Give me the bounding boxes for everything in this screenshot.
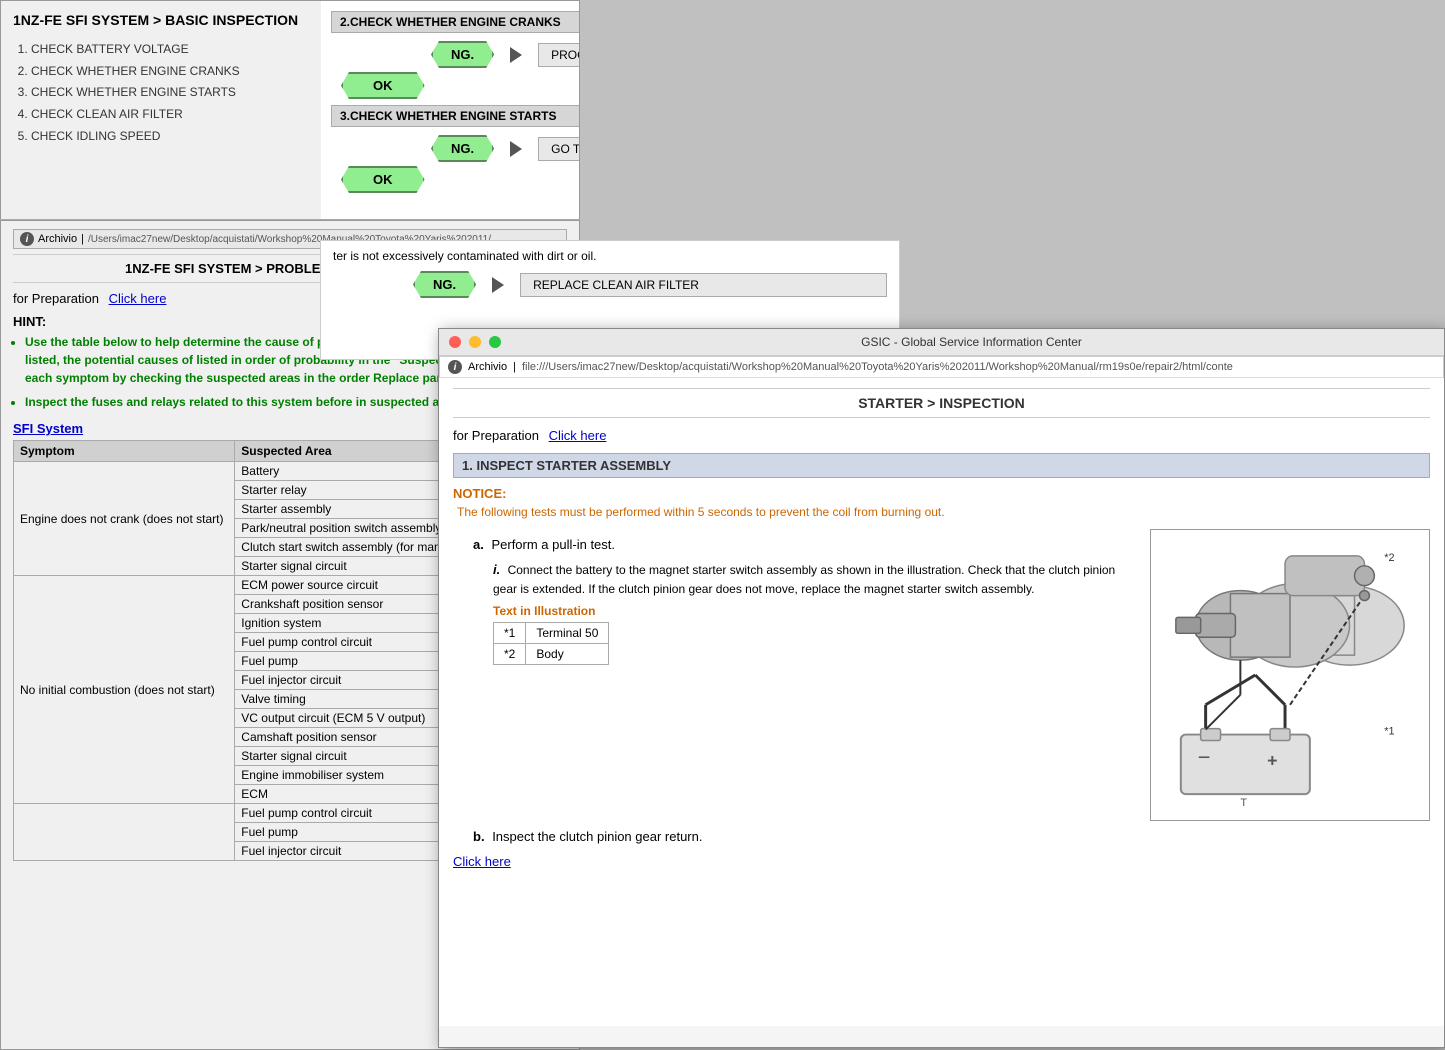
svg-text:*2: *2: [1384, 552, 1394, 564]
svg-text:*1: *1: [1384, 726, 1394, 738]
text-in-illus-label: Text in Illustration: [493, 604, 1140, 618]
sidebar-title: 1NZ-FE SFI SYSTEM > BASIC INSPECTION: [13, 11, 309, 29]
step3-header: 3.CHECK WHETHER ENGINE STARTS: [331, 105, 580, 127]
illus-star-2: *2: [494, 643, 526, 664]
step3-ng-result: GO TO STEP 6: [538, 137, 580, 161]
starter-diagram-svg: *2 − + T: [1156, 535, 1424, 815]
step3-ng-btn: NG.: [431, 135, 494, 162]
bg1-content: 2.CHECK WHETHER ENGINE CRANKS NG. PROCEE…: [321, 1, 580, 220]
notice-text: The following tests must be performed wi…: [457, 505, 1430, 519]
symptom-3: [14, 804, 235, 861]
bg2-breadcrumb: Archivio: [38, 233, 77, 245]
main-info-icon: i: [448, 360, 462, 374]
tl-red-main[interactable]: [449, 336, 461, 348]
notice-label: NOTICE:: [453, 486, 1430, 501]
svg-text:T: T: [1240, 797, 1247, 809]
sidebar-item-4: CHECK CLEAN AIR FILTER: [31, 104, 309, 126]
illus-row-1: *1 Terminal 50: [494, 622, 609, 643]
step2-ng-result: PROCEED TO PROBLEM SYMPTOMS TABLE (Click…: [538, 43, 580, 67]
prep-link[interactable]: Click here: [109, 291, 167, 306]
illus-row-2: *2 Body: [494, 643, 609, 664]
step2-header: 2.CHECK WHETHER ENGINE CRANKS: [331, 11, 580, 33]
bg3-text: ter is not excessively contaminated with…: [333, 249, 887, 263]
bg3-ng-btn: NG.: [413, 271, 476, 298]
inspect-return: b. Inspect the clutch pinion gear return…: [473, 829, 1430, 844]
symptom-2: No initial combustion (does not start): [14, 576, 235, 804]
sidebar-item-2: CHECK WHETHER ENGINE CRANKS: [31, 61, 309, 83]
sidebar-item-3: CHECK WHETHER ENGINE STARTS: [31, 82, 309, 104]
illus-label-2: Body: [526, 643, 609, 664]
main-address: file:///Users/imac27new/Desktop/acquista…: [522, 361, 1233, 373]
footer-link-area: Click here: [453, 854, 1430, 869]
step3-ok-row: OK: [341, 166, 580, 193]
tl-green-main[interactable]: [489, 336, 501, 348]
step2-arrow: [510, 47, 522, 63]
step2-ng-btn: NG.: [431, 41, 494, 68]
archivio-label: Archivio: [468, 361, 507, 373]
window-starter-inspection: GSIC - Global Service Information Center…: [438, 328, 1445, 1048]
content-flex-area: a. Perform a pull-in test. i. Connect th…: [453, 529, 1430, 821]
svg-text:−: −: [1198, 744, 1211, 769]
step1-section: 1. INSPECT STARTER ASSEMBLY: [453, 453, 1430, 478]
tl-yellow-main[interactable]: [469, 336, 481, 348]
content-text-area: a. Perform a pull-in test. i. Connect th…: [453, 529, 1140, 821]
main-page-title: STARTER > INSPECTION: [453, 388, 1430, 418]
step3-arrow: [510, 141, 522, 157]
window-basic-inspection: 1NZ-FE SFI SYSTEM > BASIC INSPECTION CHE…: [0, 0, 580, 220]
footer-click-link[interactable]: Click here: [453, 854, 511, 869]
sidebar: 1NZ-FE SFI SYSTEM > BASIC INSPECTION CHE…: [1, 1, 321, 220]
info-icon-2: i: [20, 232, 34, 246]
illus-star-1: *1: [494, 622, 526, 643]
col-symptom: Symptom: [14, 441, 235, 462]
sidebar-item-5: CHECK IDLING SPEED: [31, 126, 309, 148]
illus-table: *1 Terminal 50 *2 Body: [493, 622, 609, 665]
starter-diagram-box: *2 − + T: [1150, 529, 1430, 821]
step3-ng-row: NG. GO TO STEP 6: [431, 135, 580, 162]
prep-label: for Preparation: [13, 291, 99, 306]
perform-text: a. Perform a pull-in test.: [473, 537, 1140, 552]
main-content: STARTER > INSPECTION for Preparation Cli…: [439, 378, 1444, 1026]
main-titlebar: GSIC - Global Service Information Center: [439, 329, 1444, 356]
connect-text: i. Connect the battery to the magnet sta…: [493, 560, 1140, 598]
bg3-ng-row: NG. REPLACE CLEAN AIR FILTER: [413, 271, 887, 298]
sidebar-items: CHECK BATTERY VOLTAGE CHECK WHETHER ENGI…: [13, 39, 309, 147]
svg-text:+: +: [1267, 750, 1277, 770]
main-prep-link[interactable]: Click here: [549, 428, 607, 443]
bg3-arrow: [492, 277, 504, 293]
step2-ng-row: NG. PROCEED TO PROBLEM SYMPTOMS TABLE (C…: [431, 41, 580, 68]
illus-label-1: Terminal 50: [526, 622, 609, 643]
main-address-bar: i Archivio | file:///Users/imac27new/Des…: [439, 356, 1444, 378]
sidebar-item-1: CHECK BATTERY VOLTAGE: [31, 39, 309, 61]
step3-ok-btn: OK: [341, 166, 425, 193]
main-prep-line: for Preparation Click here: [453, 428, 1430, 443]
step2-ok-row: OK: [331, 72, 580, 99]
bg3-ng-result: REPLACE CLEAN AIR FILTER: [520, 273, 887, 297]
symptom-1: Engine does not crank (does not start): [14, 462, 235, 576]
step2-ok-btn: OK: [341, 72, 425, 99]
main-title-text: GSIC - Global Service Information Center: [509, 335, 1434, 349]
